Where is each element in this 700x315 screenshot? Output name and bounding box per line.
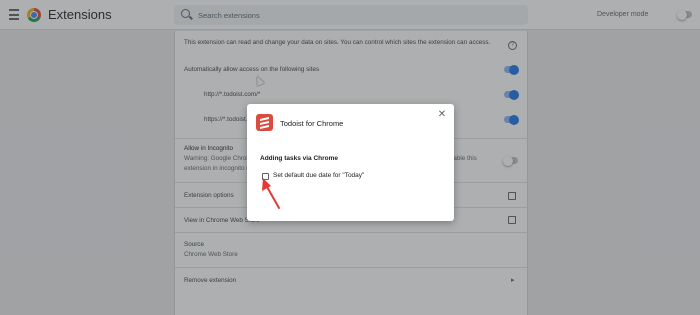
due-date-checkbox-label[interactable]: Set default due date for "Today"	[273, 172, 364, 179]
todoist-logo-icon	[256, 114, 273, 131]
due-date-checkbox[interactable]	[262, 173, 269, 180]
close-icon[interactable]: ✕	[437, 110, 447, 120]
section-heading: Adding tasks via Chrome	[260, 155, 339, 162]
options-dialog: Todoist for Chrome ✕ Adding tasks via Ch…	[247, 104, 454, 221]
dialog-title: Todoist for Chrome	[280, 119, 344, 128]
